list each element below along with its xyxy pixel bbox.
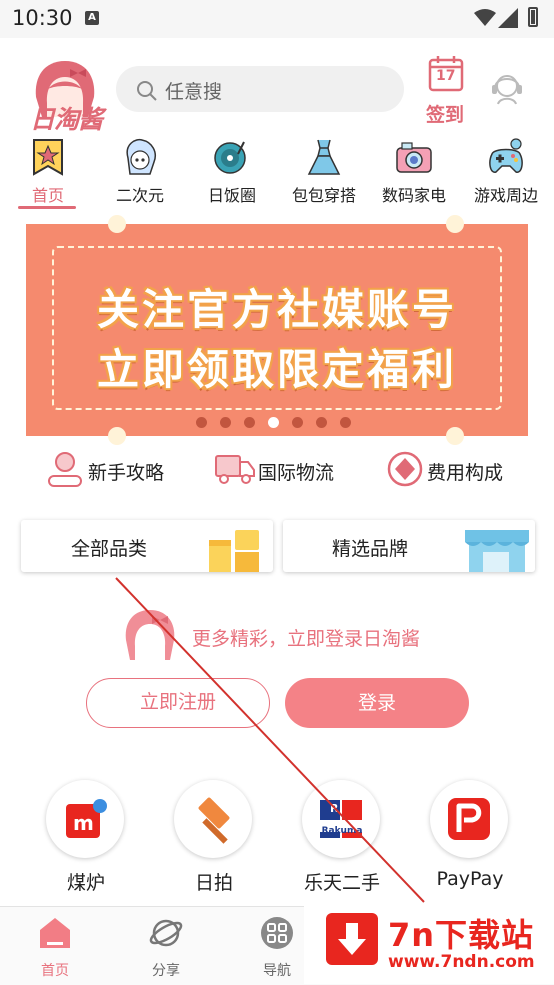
tab-jp-fandom[interactable]: 日饭圈 (186, 138, 278, 208)
signal-icon (498, 8, 518, 28)
banner-notch (446, 427, 464, 445)
quick-link-label: 费用构成 (427, 462, 504, 484)
card-label: 精选品牌 (332, 538, 409, 560)
checkin-label: 签到 (426, 104, 465, 126)
paypay-icon (448, 798, 490, 840)
pagination-dot[interactable] (340, 417, 351, 428)
tab-label: 数码家电 (381, 186, 446, 205)
quick-link-label: 新手攻略 (88, 462, 165, 484)
banner-headline-1: 关注官方社媒账号 (96, 285, 457, 334)
banner-headline-2: 立即领取限定福利 (96, 345, 457, 394)
tab-home[interactable]: 首页 (2, 138, 94, 208)
dress-icon (307, 139, 341, 175)
pagination-dot-active[interactable] (268, 417, 279, 428)
active-tab-indicator (18, 206, 76, 209)
rakuma-wordmark: Rakuma (321, 826, 363, 836)
quick-link-beginner-guide[interactable]: 新手攻略 (46, 450, 176, 490)
banner-notch (446, 215, 464, 233)
platform-label: PayPay (436, 868, 504, 890)
tab-label: 二次元 (115, 186, 164, 205)
platform-icon-circle: m (46, 780, 124, 858)
coin-icon (387, 451, 423, 487)
download-icon (326, 913, 378, 965)
search-icon (137, 81, 157, 101)
bottom-nav-label: 导航 (263, 963, 291, 979)
truck-icon (215, 455, 255, 484)
pagination-dot[interactable] (316, 417, 327, 428)
guide-person-icon (48, 452, 82, 487)
notification-icon: A (85, 11, 99, 25)
pagination-dot[interactable] (244, 417, 255, 428)
quick-link-label: 国际物流 (258, 462, 335, 484)
login-promo-text: 更多精彩，立即登录日淘酱 (192, 628, 421, 650)
tab-anime[interactable]: 二次元 (94, 138, 186, 208)
checkin-day: 17 (436, 68, 456, 84)
pagination-dot[interactable] (196, 417, 207, 428)
platform-auction[interactable]: 日拍 (174, 780, 254, 894)
banner-pagination (196, 413, 364, 428)
register-button[interactable]: 立即注册 (86, 678, 270, 728)
svg-text:R: R (330, 802, 339, 815)
star-bookmark-icon (33, 139, 63, 176)
mercari-icon: m (66, 799, 107, 838)
mascot-icon (125, 610, 175, 660)
watermark-url: www.7ndn.com (388, 952, 535, 972)
pagination-dot[interactable] (220, 417, 231, 428)
tab-label: 首页 (31, 186, 64, 205)
watermark-title: 7n下载站 (388, 916, 535, 954)
anime-character-icon (126, 138, 156, 175)
search-placeholder: 任意搜 (165, 81, 223, 103)
banner-notch (108, 215, 126, 233)
platform-label: 煤炉 (66, 872, 105, 894)
card-label: 全部品类 (71, 538, 148, 560)
vinyl-record-icon (214, 141, 246, 174)
tab-game-merch[interactable]: 游戏周边 (460, 138, 552, 208)
pagination-dot[interactable] (292, 417, 303, 428)
wifi-icon (474, 9, 496, 26)
tab-digital-appliances[interactable]: 数码家电 (368, 138, 460, 208)
tab-label: 日饭圈 (207, 186, 256, 205)
svg-text:m: m (73, 811, 94, 835)
status-bar (0, 0, 554, 38)
platform-icon-circle (174, 780, 252, 858)
login-button[interactable]: 登录 (285, 678, 469, 728)
battery-icon (528, 7, 538, 27)
home-icon (40, 918, 70, 948)
bottom-nav-home[interactable]: 首页 (25, 916, 85, 980)
all-categories-card[interactable]: 全部品类 (21, 520, 273, 572)
featured-brands-card[interactable]: 精选品牌 (283, 520, 535, 572)
storefront-icon (465, 530, 529, 572)
grid-icon (261, 917, 293, 949)
planet-icon (149, 919, 183, 947)
tab-bags-fashion[interactable]: 包包穿搭 (278, 138, 370, 208)
tab-label: 游戏周边 (473, 186, 538, 205)
quick-link-logistics[interactable]: 国际物流 (215, 450, 345, 490)
quick-link-fees[interactable]: 费用构成 (386, 450, 516, 490)
platform-icon-circle: R Rakuma (302, 780, 380, 858)
bottom-nav-navigation[interactable]: 导航 (247, 916, 307, 980)
search-bar[interactable] (116, 66, 404, 112)
camera-icon (396, 142, 432, 173)
platform-paypay[interactable]: PayPay (430, 780, 510, 890)
platform-icon-circle (430, 780, 508, 858)
bottom-nav-share[interactable]: 分享 (136, 916, 196, 980)
banner-notch (108, 427, 126, 445)
auction-hammer-icon (198, 797, 230, 844)
platform-label: 乐天二手 (303, 872, 380, 894)
platform-mercari[interactable]: m 煤炉 (46, 780, 126, 894)
platform-label: 日拍 (194, 872, 233, 894)
tab-label: 包包穿搭 (291, 186, 356, 205)
grid-blocks-icon (209, 530, 259, 572)
customer-service-icon[interactable] (490, 70, 524, 106)
bottom-nav-label: 分享 (152, 963, 180, 979)
gamepad-icon (489, 138, 523, 173)
status-time: 10:30 (12, 6, 73, 30)
platform-rakuma[interactable]: R Rakuma 乐天二手 (302, 780, 382, 894)
bottom-nav-label: 首页 (41, 963, 69, 979)
app-logo-text: 日淘酱 (30, 105, 103, 134)
